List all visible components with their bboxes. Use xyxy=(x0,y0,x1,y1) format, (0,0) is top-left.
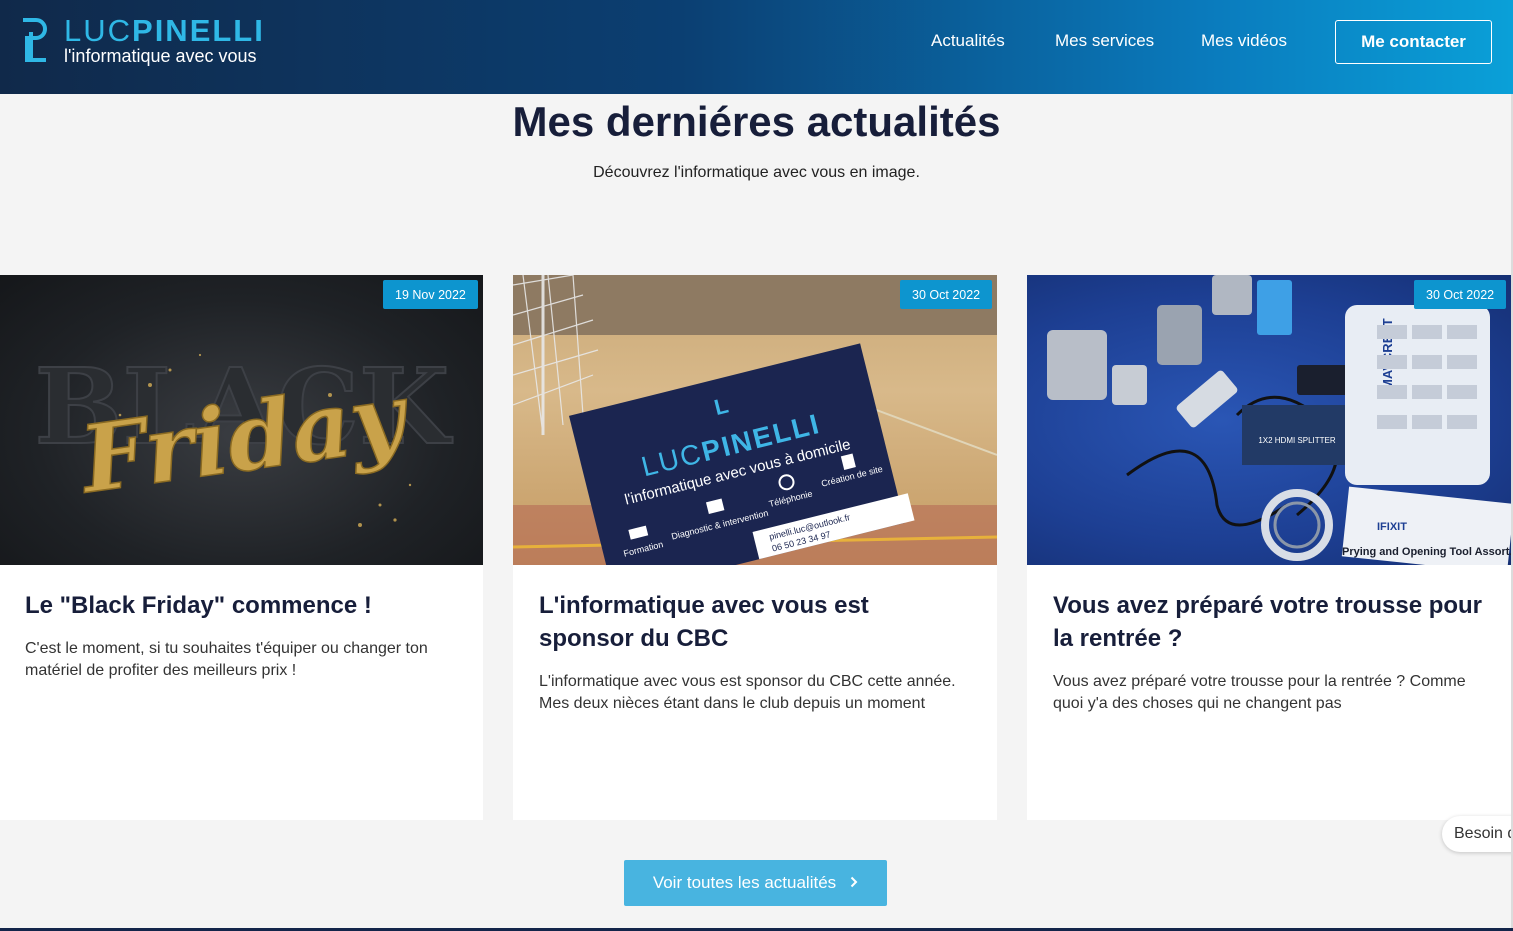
brand-tagline: l'informatique avec vous xyxy=(64,46,257,66)
chevron-right-icon xyxy=(850,873,858,893)
section-title: Mes derniéres actualités xyxy=(512,98,1001,145)
section-subtitle: Découvrez l'informatique avec vous en im… xyxy=(593,164,920,181)
see-all-news-button[interactable]: Voir toutes les actualités xyxy=(624,860,887,906)
nav-item-services[interactable]: Mes services xyxy=(1055,31,1154,51)
nav-item-videos[interactable]: Mes vidéos xyxy=(1201,31,1287,51)
news-card[interactable]: 1X2 HDMI SPLITTER MAVCREAT IFIXIT Prying… xyxy=(1027,275,1511,820)
card-excerpt: Vous avez préparé votre trousse pour la … xyxy=(1053,673,1466,712)
chat-widget[interactable]: Besoin d xyxy=(1442,816,1513,852)
card-excerpt: C'est le moment, si tu souhaites t'équip… xyxy=(25,640,428,679)
black-friday-image[interactable]: BLACK Friday xyxy=(0,275,483,565)
news-card[interactable]: BLACK Friday 19 Nov 2022 Le "Black Frida… xyxy=(0,275,483,820)
news-card[interactable]: L LUCPINELLI l'informatique avec vous à … xyxy=(513,275,997,820)
svg-text:Prying and Opening Tool Assort: Prying and Opening Tool Assort... xyxy=(1342,546,1511,558)
card-title[interactable]: Vous avez préparé votre trousse pour la … xyxy=(1053,589,1483,655)
tech-kit-image[interactable]: 1X2 HDMI SPLITTER MAVCREAT IFIXIT Prying… xyxy=(1027,275,1511,565)
nav-item-actualites[interactable]: Actualités xyxy=(931,31,1005,51)
logo-icon[interactable] xyxy=(18,18,50,64)
site-header: LUCPINELLI l'informatique avec vous Actu… xyxy=(0,0,1513,94)
date-badge: 30 Oct 2022 xyxy=(900,280,993,309)
svg-text:IFIXIT: IFIXIT xyxy=(1377,521,1407,533)
contact-button[interactable]: Me contacter xyxy=(1335,20,1492,64)
card-title[interactable]: L'informatique avec vous est sponsor du … xyxy=(539,589,969,655)
brand-name: LUCPINELLI xyxy=(64,13,265,48)
brand-logo[interactable]: LUCPINELLI l'informatique avec vous xyxy=(64,13,265,67)
sponsor-banner-image[interactable]: L LUCPINELLI l'informatique avec vous à … xyxy=(513,275,997,565)
card-title[interactable]: Le "Black Friday" commence ! xyxy=(25,589,455,622)
see-all-label: Voir toutes les actualités xyxy=(652,873,837,892)
date-badge: 30 Oct 2022 xyxy=(1414,280,1507,309)
svg-text:1X2 HDMI SPLITTER: 1X2 HDMI SPLITTER xyxy=(1258,436,1336,445)
date-badge: 19 Nov 2022 xyxy=(383,280,478,309)
card-excerpt: L'informatique avec vous est sponsor du … xyxy=(539,673,956,712)
